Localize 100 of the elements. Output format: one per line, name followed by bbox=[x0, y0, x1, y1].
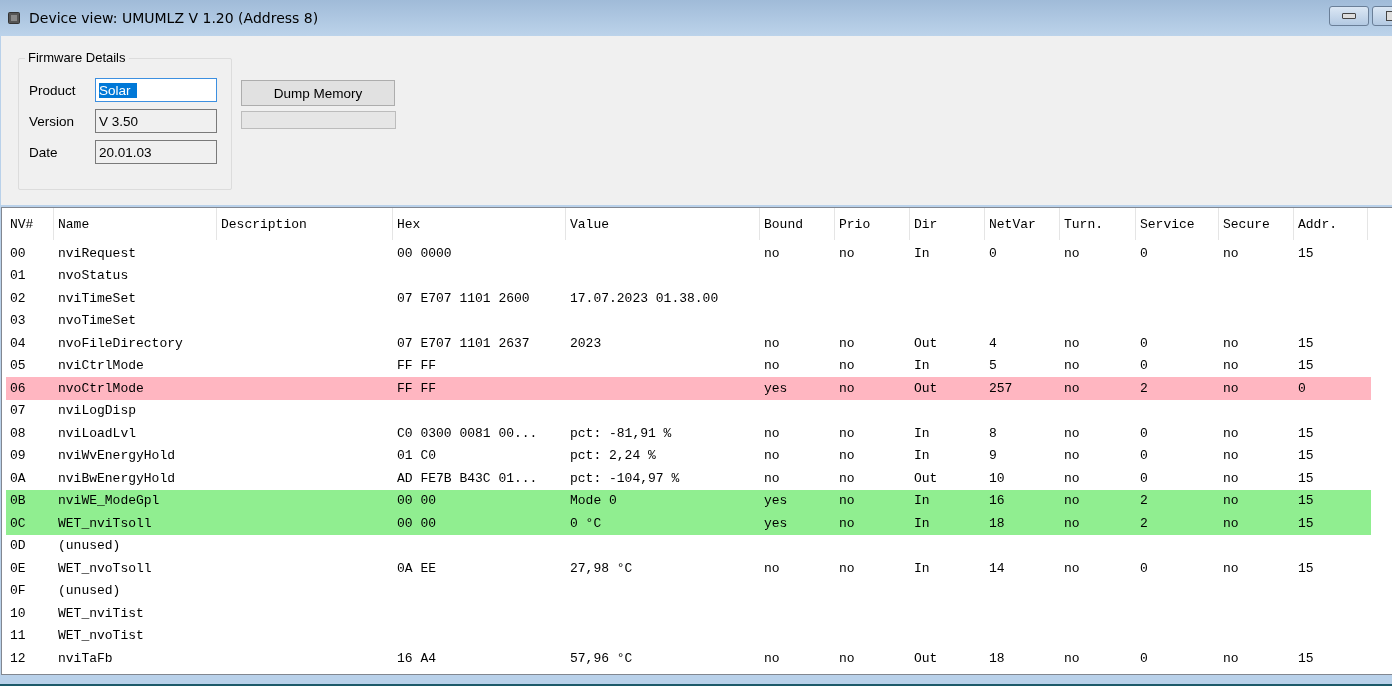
table-cell: 08 bbox=[10, 425, 26, 441]
table-cell: 0D bbox=[10, 538, 26, 554]
table-cell: no bbox=[1223, 358, 1239, 374]
table-cell: nvoTimeSet bbox=[58, 313, 136, 329]
table-cell: 07 E707 1101 2600 bbox=[397, 290, 530, 306]
table-cell: no bbox=[1223, 425, 1239, 441]
table-cell: 0 bbox=[1140, 560, 1148, 576]
text-field[interactable]: 20.01.03 bbox=[95, 140, 217, 164]
table-cell: 12 bbox=[10, 650, 26, 666]
table-cell: nviTaFb bbox=[58, 650, 113, 666]
table-cell: no bbox=[839, 245, 855, 261]
table-cell: 18 bbox=[989, 650, 1005, 666]
table-cell: 02 bbox=[10, 290, 26, 306]
table-cell: 0 bbox=[1140, 245, 1148, 261]
table-cell: nvoFileDirectory bbox=[58, 335, 183, 351]
table-cell: (unused) bbox=[58, 583, 121, 599]
highlighted-row[interactable]: 06 nvoCtrlMode FF FF yes no Out 257 no 2 no 0 bbox=[6, 377, 1371, 400]
table-cell: nviCtrlMode bbox=[58, 358, 144, 374]
table-cell: no bbox=[839, 448, 855, 464]
table-cell: 5 bbox=[989, 358, 997, 374]
field-label: Version bbox=[29, 113, 76, 129]
table-cell: nviTimeSet bbox=[58, 290, 136, 306]
table-cell: 57,96 °C bbox=[570, 650, 633, 666]
table-cell: 15 bbox=[1298, 515, 1314, 531]
highlighted-row[interactable]: 0C WET_nviTsoll 00 00 0 °C yes no In 18 no 2 no 15 bbox=[6, 512, 1371, 535]
table-cell: no bbox=[839, 425, 855, 441]
table-cell: nviWE_ModeGpl bbox=[58, 493, 160, 509]
column-header[interactable]: NetVar bbox=[985, 208, 1060, 240]
table-cell: no bbox=[1064, 560, 1080, 576]
table-cell: FF FF bbox=[397, 380, 436, 396]
table-cell: no bbox=[1064, 515, 1080, 531]
table-cell: 10 bbox=[989, 470, 1005, 486]
table-cell: 0 bbox=[1140, 335, 1148, 351]
table-cell: 2 bbox=[1140, 493, 1148, 509]
column-header[interactable]: Turn. bbox=[1060, 208, 1136, 240]
table-cell: no bbox=[764, 425, 780, 441]
table-cell: 11 bbox=[10, 628, 26, 644]
table-cell: 8 bbox=[989, 425, 997, 441]
table-cell: nviRequest bbox=[58, 245, 136, 261]
table-cell: pct: -104,97 % bbox=[570, 470, 680, 486]
dump-memory-button[interactable]: Dump Memory bbox=[241, 80, 395, 106]
table-cell: 4 bbox=[989, 335, 997, 351]
table-cell: 01 bbox=[10, 268, 26, 284]
table-cell: nviLoadLvl bbox=[58, 425, 136, 441]
column-header[interactable]: Secure bbox=[1219, 208, 1294, 240]
table-cell: 07 bbox=[10, 403, 26, 419]
highlighted-row[interactable]: 0B nviWE_ModeGpl 00 00 Mode 0 yes no In 16 no 2 no 15 bbox=[6, 489, 1371, 512]
column-header[interactable]: Name bbox=[54, 208, 217, 240]
table-cell: 15 bbox=[1298, 448, 1314, 464]
table-cell: 05 bbox=[10, 358, 26, 374]
table-cell: yes bbox=[764, 380, 788, 396]
minimize-button[interactable] bbox=[1329, 6, 1369, 26]
table-cell: 2023 bbox=[570, 335, 602, 351]
table-cell: In bbox=[914, 245, 930, 261]
table-cell: Out bbox=[914, 650, 938, 666]
table-cell: nvoCtrlMode bbox=[58, 380, 144, 396]
table-cell: no bbox=[839, 493, 855, 509]
table-cell: no bbox=[839, 650, 855, 666]
column-header[interactable]: Prio bbox=[835, 208, 910, 240]
table-cell: Out bbox=[914, 380, 938, 396]
table-cell: WET_nviTsoll bbox=[58, 515, 152, 531]
table-cell: 0 bbox=[1140, 470, 1148, 486]
column-header[interactable]: Hex bbox=[393, 208, 566, 240]
table-cell: 00 00 bbox=[397, 493, 436, 509]
column-header[interactable]: Description bbox=[217, 208, 393, 240]
table-cell: no bbox=[764, 335, 780, 351]
table-cell: 0B bbox=[10, 493, 26, 509]
table-cell: 16 A4 bbox=[397, 650, 436, 666]
table-cell: 14 bbox=[989, 560, 1005, 576]
table-cell: yes bbox=[764, 493, 788, 509]
column-header[interactable]: NV# bbox=[6, 208, 54, 240]
column-header[interactable]: Value bbox=[566, 208, 760, 240]
table-cell: 15 bbox=[1298, 493, 1314, 509]
table-cell: no bbox=[764, 470, 780, 486]
window-title: Device view: UMUMLZ V 1.20 (Address 8) bbox=[29, 10, 319, 26]
table-cell: 09 bbox=[10, 448, 26, 464]
field-label: Product bbox=[29, 82, 77, 98]
table-cell: no bbox=[1064, 245, 1080, 261]
table-cell: no bbox=[1223, 335, 1239, 351]
table-cell: no bbox=[1064, 380, 1080, 396]
table-cell: pct: 2,24 % bbox=[570, 448, 656, 464]
text-field[interactable]: V 3.50 bbox=[95, 109, 217, 133]
table-cell: no bbox=[839, 358, 855, 374]
column-header[interactable]: Addr. bbox=[1294, 208, 1368, 240]
column-header[interactable]: Service bbox=[1136, 208, 1219, 240]
table-cell: 15 bbox=[1298, 650, 1314, 666]
chip-icon bbox=[8, 12, 20, 24]
table-cell: no bbox=[1223, 448, 1239, 464]
table-cell: nviLogDisp bbox=[58, 403, 136, 419]
table-cell: 257 bbox=[989, 380, 1013, 396]
column-header[interactable]: Bound bbox=[760, 208, 835, 240]
table-cell: no bbox=[839, 560, 855, 576]
table-cell: 01 C0 bbox=[397, 448, 436, 464]
table-cell: 15 bbox=[1298, 358, 1314, 374]
table-cell: yes bbox=[764, 515, 788, 531]
table-cell: 0 bbox=[1298, 380, 1306, 396]
table-cell: In bbox=[914, 425, 930, 441]
text-field[interactable]: Solar bbox=[95, 78, 217, 102]
table-cell: no bbox=[1064, 448, 1080, 464]
column-header[interactable]: Dir bbox=[910, 208, 985, 240]
